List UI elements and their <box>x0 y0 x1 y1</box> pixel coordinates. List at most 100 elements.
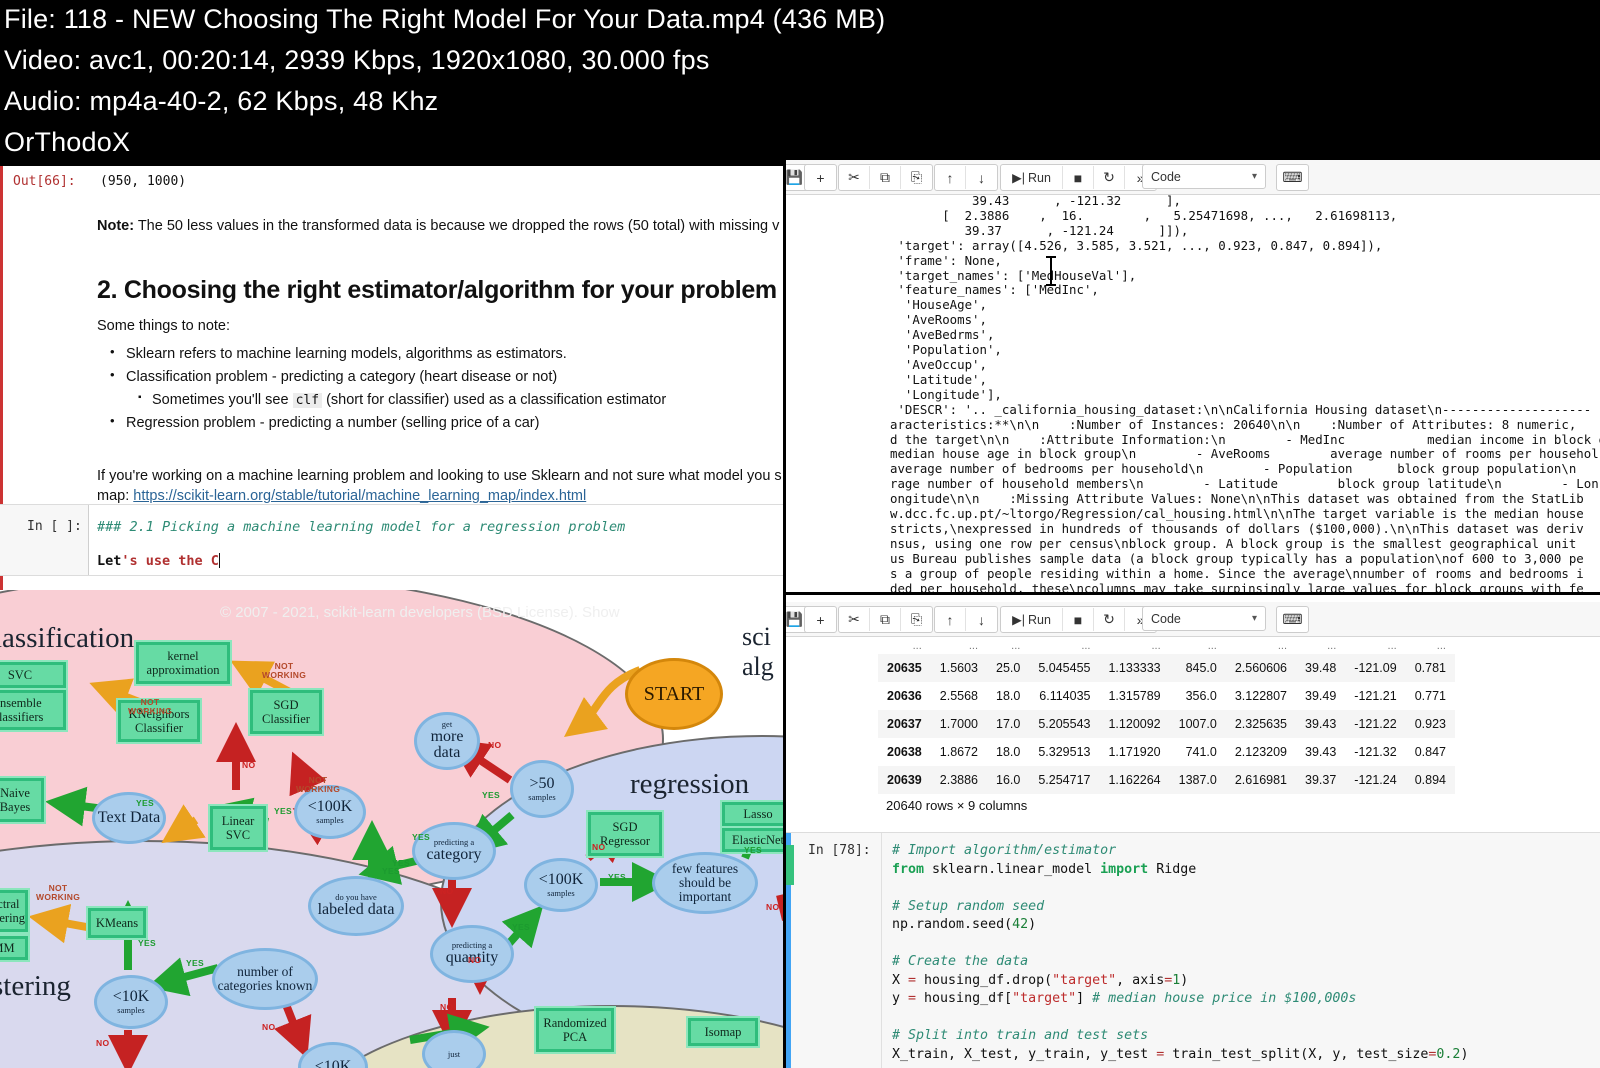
edge-label-no: NO <box>766 902 780 912</box>
table-cell: 1007.0 <box>1178 717 1217 731</box>
command-palette-icon[interactable]: ⌨ <box>1277 608 1308 631</box>
table-cell: 39.43 <box>1305 717 1337 731</box>
move-cell-down-icon[interactable]: ↓ <box>966 166 997 189</box>
decision-node-more-data[interactable]: get more data <box>414 712 480 770</box>
table-cell: 16.0 <box>996 773 1021 787</box>
sklearn-algorithm-map[interactable]: © 2007 - 2021, scikit-learn developers (… <box>0 590 786 1068</box>
estimator-box-naive-bayes[interactable]: Naive Bayes <box>0 778 44 822</box>
cut-cell-icon[interactable]: ✂ <box>839 608 870 631</box>
paste-cell-icon[interactable]: ⎘ <box>901 166 932 189</box>
edge-label-yes: YES <box>744 845 762 855</box>
estimator-box-svc[interactable]: SVC <box>0 662 66 688</box>
left-notebook-panel: Out[66]: (950, 1000) Note: The 50 less v… <box>0 166 786 590</box>
add-cell-icon[interactable]: + <box>805 166 836 189</box>
cut-cell-icon[interactable]: ✂ <box>839 166 870 189</box>
chevron-down-icon: ▾ <box>1251 171 1257 182</box>
copy-cell-icon[interactable]: ⧉ <box>870 166 901 189</box>
move-cell-up-icon[interactable]: ↑ <box>935 608 966 631</box>
table-cell: 5.254717 <box>1038 773 1091 787</box>
sub-bullet-post: (short for classifier) used as a classif… <box>322 392 667 409</box>
row-index: 20635 <box>887 661 922 675</box>
estimator-box-kmeans[interactable]: KMeans <box>88 908 146 938</box>
section-heading: 2. Choosing the right estimator/algorith… <box>97 276 777 304</box>
node-label: number of categories known <box>217 963 313 993</box>
cell-type-select[interactable]: Code ▾ <box>1142 164 1266 189</box>
cell-ellipsis: ... <box>912 640 922 652</box>
cell-type-value: Code <box>1151 611 1181 626</box>
estimator-box-spectral-clustering[interactable]: Spectral Clustering <box>0 890 28 932</box>
move-cell-up-icon[interactable]: ↑ <box>935 166 966 189</box>
node-label: <100K <box>538 871 584 889</box>
add-cell-icon[interactable]: + <box>805 608 836 631</box>
decision-node-text-data[interactable]: Text Data <box>92 792 166 844</box>
estimator-box-randomized-pca[interactable]: Randomized PCA <box>536 1008 614 1052</box>
code-line-1: from sklearn.linear_model import Ridge <box>892 861 1197 877</box>
paste-cell-icon[interactable]: ⎘ <box>901 608 932 631</box>
sklearn-map-link[interactable]: https://scikit-learn.org/stable/tutorial… <box>133 488 586 504</box>
node-sublabel: samples <box>117 1004 145 1015</box>
row-index: 20639 <box>887 773 922 787</box>
command-palette-icon[interactable]: ⌨ <box>1277 166 1308 189</box>
table-cell: 39.37 <box>1305 773 1337 787</box>
cell-type-select[interactable]: Code ▾ <box>1142 606 1266 631</box>
copy-cell-icon[interactable]: ⧉ <box>870 608 901 631</box>
estimator-box-linear-svc[interactable]: Linear SVC <box>210 806 266 850</box>
cell-editor[interactable]: # Import algorithm/estimator from sklear… <box>881 833 1600 1068</box>
estimator-box-ensemble-classifiers[interactable]: Ensemble Classifiers <box>0 690 66 730</box>
edge-label-not-working: NOT WORKING <box>296 775 341 794</box>
estimator-box-isomap[interactable]: Isomap <box>688 1018 758 1046</box>
jupyter-toolbar-top[interactable]: 💾 + ✂ ⧉ ⎘ ↑ ↓ ▶| Run ■ ↻ » Code ▾ ⌨ <box>786 160 1600 195</box>
decision-node-predicting-category[interactable]: predicting a category <box>412 822 496 880</box>
estimator-box-lasso[interactable]: Lasso <box>722 802 786 826</box>
restart-kernel-icon[interactable]: ↻ <box>1094 608 1125 631</box>
inline-code-clf: clf <box>292 393 323 409</box>
interrupt-kernel-icon[interactable]: ■ <box>1063 166 1094 189</box>
move-cell-down-icon[interactable]: ↓ <box>966 608 997 631</box>
left-code-cell[interactable]: In [ ]: ### 2.1 Picking a machine learni… <box>0 504 786 576</box>
interrupt-kernel-icon[interactable]: ■ <box>1063 608 1094 631</box>
estimator-box-gmm[interactable]: GMM <box>0 936 28 960</box>
cell-state-indicator <box>786 845 794 885</box>
node-label: <10K <box>314 1057 352 1068</box>
table-cell: -121.22 <box>1354 717 1397 731</box>
decision-node-100k-samples-regression[interactable]: <100K samples <box>524 858 598 912</box>
list-item: Regression problem - predicting a number… <box>100 412 786 434</box>
right-code-cell[interactable]: In [78]: # Import algorithm/estimator fr… <box>786 832 1600 1068</box>
table-cell: -121.21 <box>1354 689 1397 703</box>
cell-line-2a: Let <box>97 553 122 569</box>
edge-label-no: NO <box>440 886 454 896</box>
cell-line-2b: 's use the C <box>121 553 219 569</box>
decision-node-labeled-data[interactable]: do you have labeled data <box>308 876 404 936</box>
restart-kernel-icon[interactable]: ↻ <box>1094 166 1125 189</box>
node-label: few features should be important <box>671 860 739 905</box>
output-line-14: 'DESCR': '.. _california_housing_dataset… <box>890 401 1592 417</box>
decision-node-predicting-quantity[interactable]: predicting a quantity <box>430 925 514 983</box>
output-line-16: d the target\n\n :Attribute Information:… <box>890 431 1600 447</box>
run-button[interactable]: ▶| Run <box>1001 166 1063 189</box>
node-sublabel: samples <box>547 887 575 898</box>
table-cell: 1.133333 <box>1108 661 1161 675</box>
decision-node-number-of-categories-known[interactable]: number of categories known <box>212 948 318 1010</box>
table-cell: 1.120092 <box>1108 717 1161 731</box>
cell-ellipsis: ... <box>1151 640 1161 652</box>
banner-audio-line: Audio: mp4a-40-2, 62 Kbps, 48 Khz <box>4 86 439 116</box>
decision-node-few-features-important[interactable]: few features should be important <box>652 852 758 914</box>
decision-node-50-samples[interactable]: >50 samples <box>510 760 574 818</box>
table-cell: 18.0 <box>996 745 1021 759</box>
output-line-26: ded per household, these\ncolumns may ta… <box>890 580 1584 592</box>
dataset-output-text: 39.43 , -121.32 ], [ 2.3886 , 16. , 5.25… <box>890 194 1600 592</box>
jupyter-toolbar-second[interactable]: 💾 + ✂ ⧉ ⎘ ↑ ↓ ▶| Run ■ ↻ » Code ▾ ⌨ <box>786 602 1600 637</box>
code-line-10: # Split into train and test sets <box>892 1028 1149 1043</box>
edge-label-yes: YES <box>136 798 154 808</box>
run-button[interactable]: ▶| Run <box>1001 608 1063 631</box>
estimator-box-kernel-approximation[interactable]: kernel approximation <box>136 642 230 684</box>
table-cell: 39.49 <box>1305 689 1337 703</box>
start-node[interactable]: START <box>625 658 723 730</box>
decision-node-10k-samples[interactable]: <10K samples <box>94 975 168 1029</box>
table-cell: 1.8672 <box>939 745 978 759</box>
code-line-6: # Create the data <box>892 954 1029 969</box>
table-cell: 0.781 <box>1414 661 1446 675</box>
node-label: labeled data <box>317 901 395 919</box>
estimator-box-sgd-classifier[interactable]: SGD Classifier <box>250 690 322 734</box>
cell-editor[interactable]: ### 2.1 Picking a machine learning model… <box>88 505 786 575</box>
